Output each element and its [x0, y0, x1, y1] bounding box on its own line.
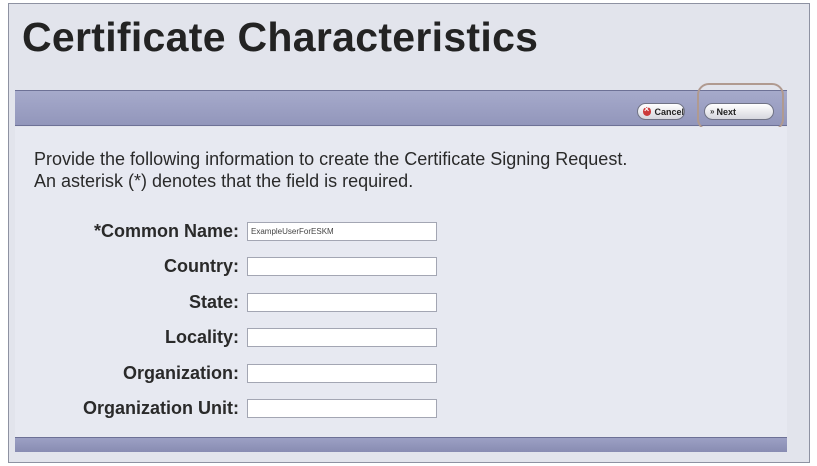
common-name-row: *Common Name:: [15, 220, 475, 244]
locality-label: Locality:: [164, 327, 239, 347]
organization-label: Organization:: [123, 363, 239, 383]
footer-bar: [15, 437, 787, 452]
state-row: State:: [15, 291, 475, 315]
toolbar: Cancel » Next: [15, 90, 787, 126]
country-row: Country:: [15, 255, 475, 279]
locality-field[interactable]: [247, 328, 437, 347]
organization-unit-label: Organization Unit:: [83, 398, 239, 418]
state-label: State:: [188, 292, 239, 312]
cancel-button-label: Cancel: [654, 106, 684, 117]
organization-row: Organization:: [15, 362, 475, 386]
next-button[interactable]: » Next: [704, 103, 774, 120]
form-panel: Provide the following information to cre…: [15, 127, 787, 437]
country-label: Country:: [164, 256, 239, 276]
instructions-line-1: Provide the following information to cre…: [34, 149, 628, 169]
double-chevron-right-icon: »: [710, 107, 715, 116]
cancel-icon: [643, 104, 652, 116]
instructions-line-2: An asterisk (*) denotes that the field i…: [34, 171, 414, 191]
page-title: Certificate Characteristics: [22, 14, 539, 60]
organization-unit-field[interactable]: [247, 399, 437, 418]
organization-unit-row: Organization Unit:: [15, 397, 475, 421]
common-name-label: *Common Name:: [93, 221, 239, 241]
organization-field[interactable]: [247, 364, 437, 383]
instructions: Provide the following information to cre…: [34, 148, 784, 192]
common-name-field[interactable]: [247, 222, 437, 241]
locality-row: Locality:: [15, 326, 475, 350]
cancel-button[interactable]: Cancel: [637, 103, 685, 120]
state-field[interactable]: [247, 293, 437, 312]
next-button-label: Next: [716, 106, 736, 117]
country-field[interactable]: [247, 257, 437, 276]
